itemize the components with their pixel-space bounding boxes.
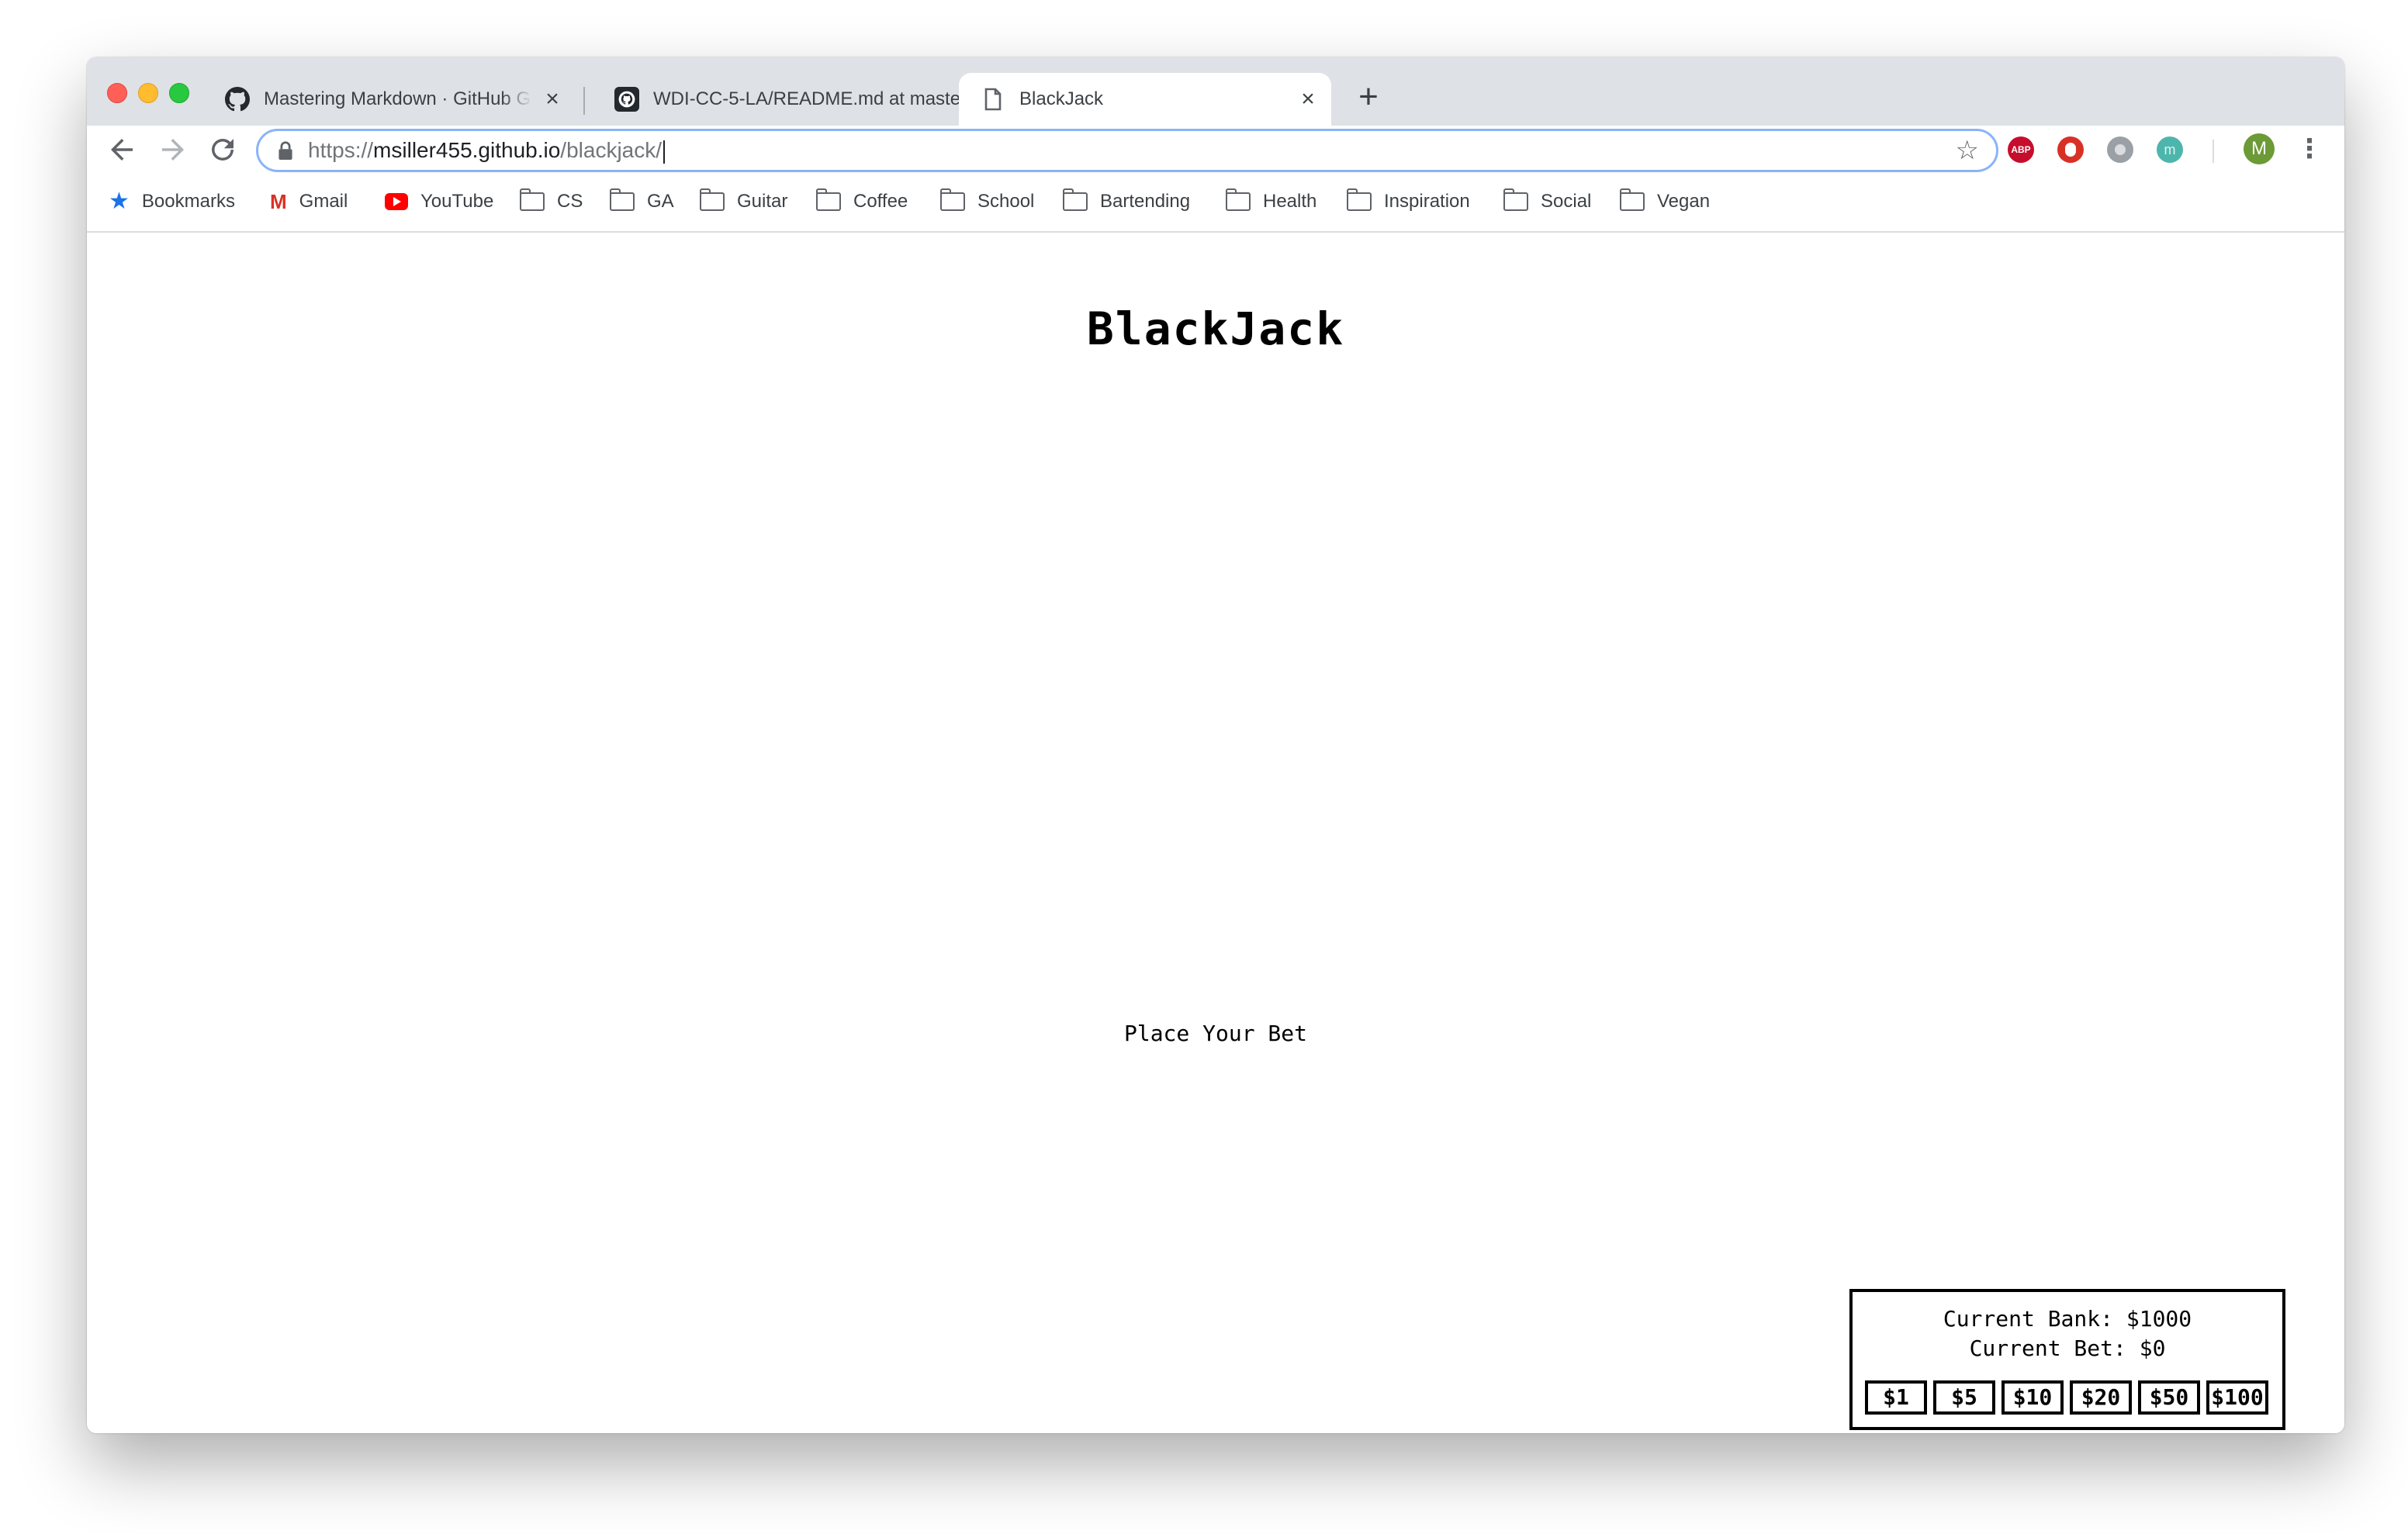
bet-100-button[interactable]: $100: [2206, 1380, 2268, 1415]
close-tab-icon[interactable]: ×: [1297, 88, 1319, 111]
bet-1-button[interactable]: $1: [1865, 1380, 1927, 1415]
bookmark-folder-coffee[interactable]: Coffee: [816, 186, 908, 217]
url-text: https://msiller455.github.io/blackjack/: [308, 131, 666, 170]
folder-icon: [700, 188, 725, 211]
forward-button[interactable]: [157, 133, 189, 166]
bookmark-folder-guitar[interactable]: Guitar: [700, 186, 787, 217]
close-tab-icon[interactable]: ×: [541, 88, 563, 111]
bookmark-folder-inspiration[interactable]: Inspiration: [1347, 186, 1470, 217]
bet-5-button[interactable]: $5: [1933, 1380, 1995, 1415]
github-icon: [614, 87, 639, 112]
page-title: BlackJack: [1086, 302, 1345, 355]
bookmark-folder-cs[interactable]: CS: [520, 186, 583, 217]
folder-icon: [610, 188, 635, 211]
browser-toolbar: https://msiller455.github.io/blackjack/ …: [87, 126, 2344, 174]
bookmark-folder-vegan[interactable]: Vegan: [1620, 186, 1710, 217]
bookmark-folder-social[interactable]: Social: [1503, 186, 1591, 217]
back-arrow-icon: [111, 139, 133, 161]
current-bet: Current Bet: $0: [1969, 1335, 2166, 1361]
bookmark-star-icon[interactable]: ☆: [1956, 136, 1979, 165]
bookmark-folder-bartending[interactable]: Bartending: [1063, 186, 1190, 217]
browser-window: Mastering Markdown · GitHub Guides × WDI…: [87, 57, 2344, 1433]
settings-extension-icon[interactable]: [2107, 136, 2133, 163]
tab-blackjack[interactable]: BlackJack ×: [959, 73, 1331, 126]
page-icon: [984, 88, 1002, 111]
bet-prompt: Place Your Bet: [1123, 1021, 1307, 1046]
bank-panel: Current Bank: $1000 Current Bet: $0 $1 $…: [1849, 1289, 2285, 1430]
reload-button[interactable]: [206, 133, 239, 166]
maximize-window-button[interactable]: [169, 83, 189, 103]
new-tab-button[interactable]: +: [1351, 80, 1386, 115]
minimize-window-button[interactable]: [138, 83, 158, 103]
bookmark-folder-health[interactable]: Health: [1226, 186, 1316, 217]
bookmark-folder-school[interactable]: School: [940, 186, 1034, 217]
tab-title: BlackJack: [1019, 88, 1104, 109]
folder-icon: [1503, 188, 1528, 211]
forward-arrow-icon: [162, 139, 184, 161]
current-bank: Current Bank: $1000: [1943, 1306, 2192, 1332]
bet-buttons: $1 $5 $10 $20 $50 $100: [1865, 1380, 2268, 1415]
teal-extension-icon[interactable]: m: [2157, 136, 2183, 163]
tab-title: WDI-CC-5-LA/README.md at master: [653, 88, 967, 109]
folder-icon: [940, 188, 965, 211]
page-viewport: BlackJack Place Your Bet Current Bank: $…: [87, 233, 2344, 1433]
folder-icon: [816, 188, 841, 211]
folder-icon: [1347, 188, 1372, 211]
back-button[interactable]: [106, 133, 138, 166]
folder-icon: [1620, 188, 1645, 211]
adblock-plus-icon[interactable]: ABP: [2008, 136, 2034, 163]
star-icon: ★: [109, 188, 130, 214]
lock-icon: [279, 141, 292, 160]
bet-10-button[interactable]: $10: [2001, 1380, 2064, 1415]
profile-avatar[interactable]: M: [2244, 133, 2275, 164]
folder-icon: [1226, 188, 1251, 211]
close-window-button[interactable]: [107, 83, 127, 103]
tab-strip: Mastering Markdown · GitHub Guides × WDI…: [87, 57, 2344, 126]
bookmark-youtube[interactable]: YouTube: [385, 186, 493, 217]
bet-20-button[interactable]: $20: [2070, 1380, 2132, 1415]
ublock-icon[interactable]: [2057, 136, 2084, 163]
youtube-icon: [385, 193, 408, 210]
folder-icon: [1063, 188, 1088, 211]
tab-title: Mastering Markdown · GitHub Guides: [264, 88, 532, 109]
reload-icon: [212, 139, 234, 161]
github-icon: [225, 87, 250, 112]
more-menu-icon[interactable]: ⋮: [2296, 133, 2323, 166]
tab-mastering-markdown[interactable]: Mastering Markdown · GitHub Guides ×: [203, 73, 576, 126]
bookmark-bookmarks[interactable]: ★ Bookmarks: [109, 186, 235, 217]
bookmarks-bar: ★ Bookmarks M Gmail YouTube CS GA Guitar…: [87, 174, 2344, 233]
address-bar[interactable]: https://msiller455.github.io/blackjack/ …: [256, 129, 1998, 172]
bet-50-button[interactable]: $50: [2138, 1380, 2200, 1415]
bookmark-folder-ga[interactable]: GA: [610, 186, 674, 217]
bookmark-gmail[interactable]: M Gmail: [270, 186, 348, 217]
gmail-icon: M: [270, 189, 287, 213]
folder-icon: [520, 188, 545, 211]
